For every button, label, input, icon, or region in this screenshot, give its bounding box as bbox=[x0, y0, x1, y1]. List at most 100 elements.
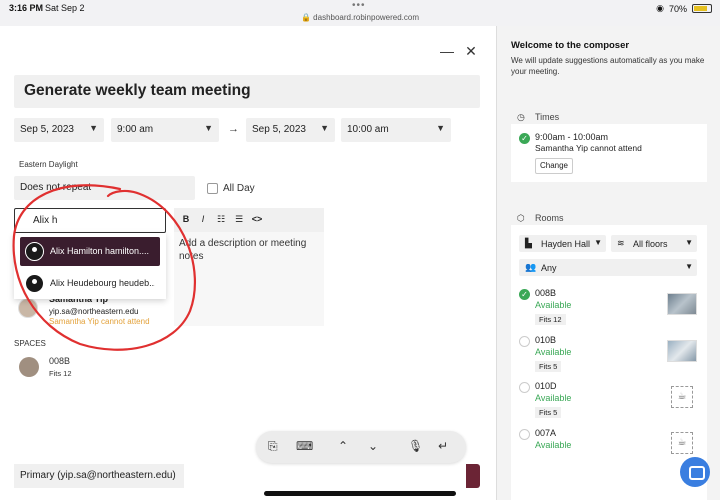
suggestion-item[interactable]: Alix Heudebourg heudeb... bbox=[20, 269, 160, 298]
room-status: Available bbox=[535, 300, 572, 310]
end-time-value: 10:00 am bbox=[347, 124, 389, 135]
room-name[interactable]: 010D bbox=[535, 381, 557, 391]
numbered-list-button[interactable]: ☰ bbox=[232, 214, 246, 225]
suggestion-label: Alix Hamilton hamilton.... bbox=[50, 246, 150, 256]
return-icon[interactable]: ↵ bbox=[438, 439, 448, 453]
room-photo bbox=[667, 340, 697, 362]
cube-icon: ⬡ bbox=[517, 213, 525, 223]
all-day-checkbox[interactable] bbox=[207, 183, 218, 194]
avatar bbox=[18, 298, 38, 318]
rooms-heading: Rooms bbox=[535, 213, 564, 223]
attendee-email: yip.sa@northeastern.edu bbox=[49, 307, 139, 316]
start-date-select[interactable]: Sep 5, 2023 ▼ bbox=[14, 118, 104, 142]
room-photo bbox=[667, 293, 697, 315]
chevron-down-icon: ▼ bbox=[685, 238, 693, 247]
status-icons: ◉ 70% bbox=[656, 3, 712, 14]
chat-icon[interactable] bbox=[680, 457, 710, 487]
chevron-down-icon[interactable]: ⌄ bbox=[368, 439, 378, 453]
suggestions-sidebar: Welcome to the composer We will update s… bbox=[496, 26, 720, 500]
end-date-value: Sep 5, 2023 bbox=[252, 124, 306, 135]
room-radio[interactable] bbox=[519, 382, 530, 393]
code-button[interactable]: <> bbox=[250, 214, 264, 224]
room-name[interactable]: 010B bbox=[535, 335, 556, 345]
close-button[interactable]: ✕ bbox=[460, 40, 482, 62]
time-slot: 9:00am - 10:00am bbox=[535, 132, 609, 142]
status-bar: 3:16 PM Sat Sep 2 ••• 🔒 dashboard.robinp… bbox=[0, 0, 720, 26]
end-time-select[interactable]: 10:00 am ▼ bbox=[341, 118, 451, 142]
room-radio[interactable] bbox=[519, 336, 530, 347]
avatar-icon bbox=[25, 242, 44, 261]
room-fits: Fits 5 bbox=[535, 361, 562, 372]
people-icon: 👥 bbox=[525, 262, 537, 272]
all-day-label: All Day bbox=[223, 183, 255, 194]
chevron-up-icon[interactable]: ⌃ bbox=[338, 439, 348, 453]
microphone-icon[interactable]: 🎙 bbox=[408, 439, 423, 453]
suggestion-item[interactable]: Alix Hamilton hamilton.... bbox=[20, 237, 160, 266]
clipboard-icon[interactable]: ⎘ bbox=[268, 439, 278, 454]
editor-toolbar: B I ☷ ☰ <> bbox=[174, 208, 324, 232]
meeting-title: Generate weekly team meeting bbox=[24, 82, 251, 99]
italic-button[interactable]: I bbox=[196, 214, 210, 224]
chevron-down-icon: ▼ bbox=[594, 238, 602, 247]
room-placeholder-icon: ☕ bbox=[671, 386, 693, 408]
timezone-label[interactable]: Eastern Daylight bbox=[19, 160, 78, 169]
room-name[interactable]: 007A bbox=[535, 428, 556, 438]
check-icon: ✓ bbox=[519, 289, 530, 300]
spaces-heading: SPACES bbox=[14, 339, 46, 348]
attendee-warning: Samantha Yip cannot attend bbox=[49, 317, 150, 326]
building-value: Hayden Hall bbox=[541, 239, 591, 249]
building-select[interactable]: ▙ Hayden Hall ▼ bbox=[519, 235, 606, 252]
home-indicator bbox=[264, 491, 456, 496]
room-name[interactable]: 008B bbox=[535, 288, 556, 298]
clock-icon: ◷ bbox=[517, 112, 525, 122]
capacity-select[interactable]: 👥 Any ▼ bbox=[519, 259, 697, 276]
arrow-icon: → bbox=[228, 123, 239, 135]
avatar-icon bbox=[25, 274, 44, 293]
times-heading: Times bbox=[535, 112, 560, 122]
url-bar[interactable]: 🔒 dashboard.robinpowered.com bbox=[0, 13, 720, 22]
chevron-down-icon: ▼ bbox=[204, 123, 213, 133]
floor-select[interactable]: ≋ All floors ▼ bbox=[611, 235, 697, 252]
capacity-value: Any bbox=[541, 263, 557, 273]
chevron-down-icon: ▼ bbox=[685, 262, 693, 271]
attendee-search-input[interactable]: Alix h bbox=[14, 208, 166, 233]
room-status: Available bbox=[535, 393, 572, 403]
room-status: Available bbox=[535, 440, 572, 450]
attendee-search-value: Alix h bbox=[33, 215, 58, 226]
floor-value: All floors bbox=[633, 239, 668, 249]
description-placeholder: Add a description or meeting notes bbox=[179, 238, 307, 262]
room-placeholder-icon: ☕ bbox=[671, 432, 693, 454]
battery-icon bbox=[692, 4, 712, 13]
bold-button[interactable]: B bbox=[179, 214, 193, 224]
wifi-icon: ◉ bbox=[656, 3, 664, 13]
keyboard-icon[interactable]: ⌨ bbox=[296, 439, 313, 453]
layers-icon: ≋ bbox=[617, 238, 625, 248]
repeat-value: Does not repeat bbox=[20, 182, 92, 193]
welcome-text: We will update suggestions automatically… bbox=[511, 56, 705, 76]
time-card: ✓ 9:00am - 10:00am Samantha Yip cannot a… bbox=[511, 124, 707, 182]
room-fits: Fits 5 bbox=[535, 407, 562, 418]
repeat-select[interactable]: Does not repeat bbox=[14, 176, 195, 200]
start-time-value: 9:00 am bbox=[117, 124, 154, 135]
description-editor[interactable]: Add a description or meeting notes bbox=[174, 232, 324, 326]
end-date-select[interactable]: Sep 5, 2023 ▼ bbox=[246, 118, 335, 142]
welcome-title: Welcome to the composer bbox=[511, 40, 630, 51]
minimize-button[interactable]: — bbox=[436, 40, 458, 62]
keyboard-toolbar: ⎘ ⌨ ⌃ ⌄ 🎙 ↵ bbox=[256, 431, 466, 463]
save-button[interactable] bbox=[466, 464, 480, 488]
change-button[interactable]: Change bbox=[535, 158, 573, 174]
room-radio[interactable] bbox=[519, 429, 530, 440]
check-icon: ✓ bbox=[519, 133, 530, 144]
clock: 3:16 PM bbox=[9, 3, 44, 13]
space-fits: Fits 12 bbox=[49, 369, 72, 378]
suggestion-label: Alix Heudebourg heudeb... bbox=[50, 278, 155, 288]
chevron-down-icon: ▼ bbox=[436, 123, 445, 133]
title-input[interactable]: Generate weekly team meeting bbox=[14, 75, 480, 108]
time-warning: Samantha Yip cannot attend bbox=[535, 143, 642, 153]
start-time-select[interactable]: 9:00 am ▼ bbox=[111, 118, 219, 142]
more-dots-icon[interactable]: ••• bbox=[352, 0, 366, 11]
calendar-select[interactable]: Primary (yip.sa@northeastern.edu) bbox=[14, 464, 184, 488]
chevron-down-icon: ▼ bbox=[89, 123, 98, 133]
bulleted-list-button[interactable]: ☷ bbox=[214, 214, 228, 225]
rooms-card: ▙ Hayden Hall ▼ ≋ All floors ▼ 👥 Any ▼ ✓… bbox=[511, 225, 707, 500]
